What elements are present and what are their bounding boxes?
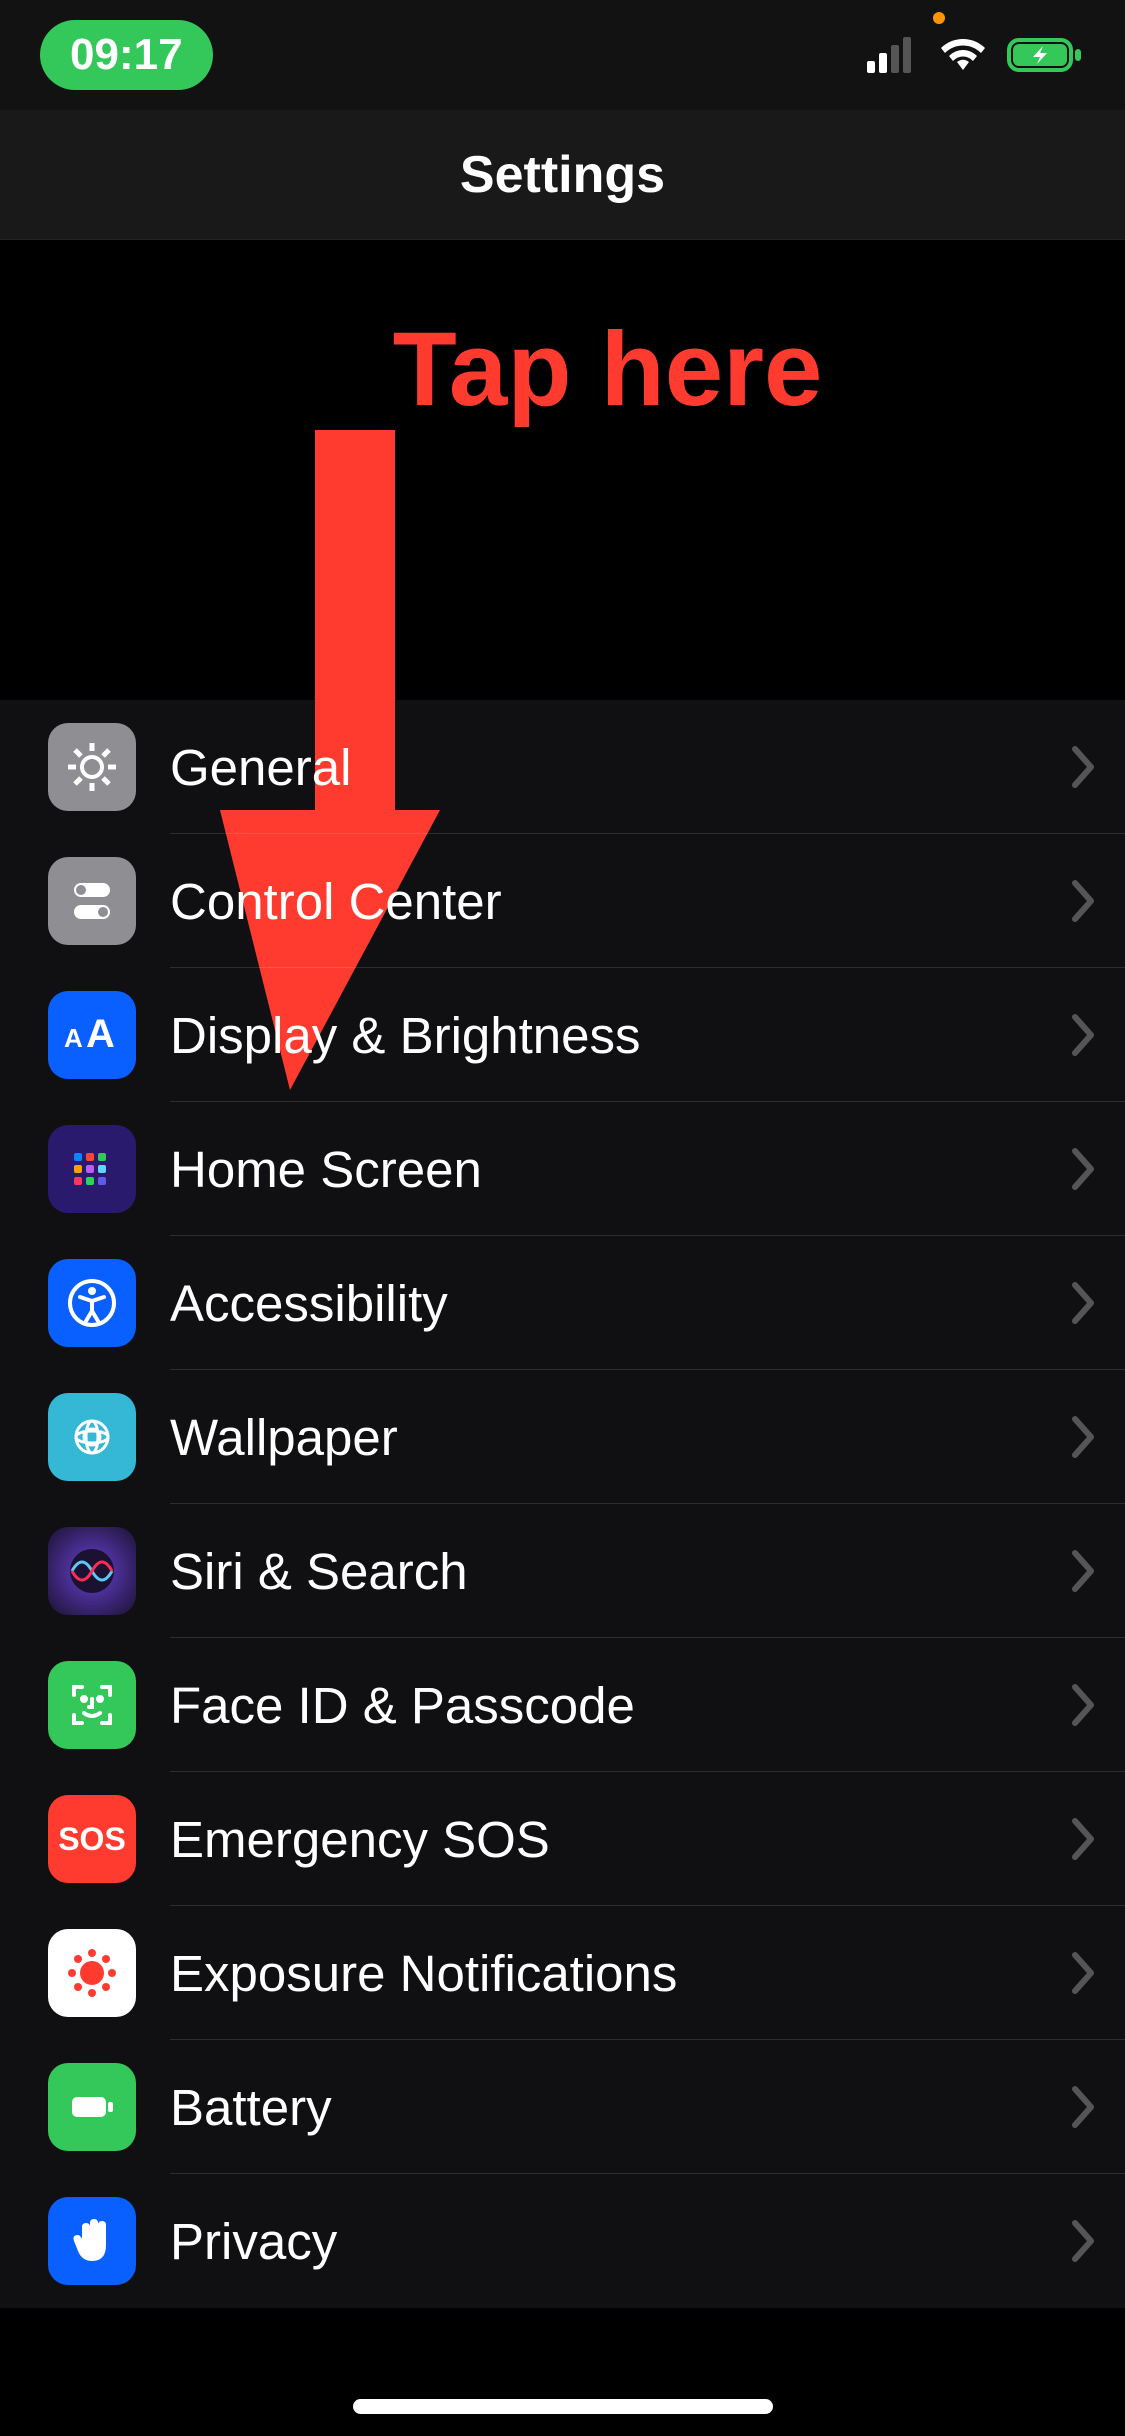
row-label: Emergency SOS (170, 1810, 1071, 1869)
chevron-right-icon (1071, 2085, 1097, 2129)
row-label: Home Screen (170, 1140, 1071, 1199)
annotation-overlay: Tap here (0, 240, 1125, 700)
privacy-hand-icon (48, 2197, 136, 2285)
row-label: Display & Brightness (170, 1006, 1071, 1065)
wifi-icon (937, 36, 989, 74)
row-label: Exposure Notifications (170, 1944, 1071, 2003)
status-time-pill[interactable]: 09:17 (40, 20, 213, 90)
chevron-right-icon (1071, 1281, 1097, 1325)
status-right (867, 36, 1085, 74)
row-label: General (170, 738, 1071, 797)
display-brightness-icon: AA (48, 991, 136, 1079)
wallpaper-icon (48, 1393, 136, 1481)
status-bar: 09:17 (0, 0, 1125, 110)
chevron-right-icon (1071, 1013, 1097, 1057)
chevron-right-icon (1071, 1415, 1097, 1459)
row-control-center[interactable]: Control Center (0, 834, 1125, 968)
row-siri-search[interactable]: Siri & Search (0, 1504, 1125, 1638)
row-battery[interactable]: Battery (0, 2040, 1125, 2174)
row-exposure-notifications[interactable]: Exposure Notifications (0, 1906, 1125, 2040)
annotation-text: Tap here (393, 310, 823, 430)
row-general[interactable]: General (0, 700, 1125, 834)
chevron-right-icon (1071, 879, 1097, 923)
row-label: Siri & Search (170, 1542, 1071, 1601)
cellular-signal-icon (867, 37, 919, 73)
row-face-id-passcode[interactable]: Face ID & Passcode (0, 1638, 1125, 1772)
row-home-screen[interactable]: Home Screen (0, 1102, 1125, 1236)
bottom-safe-area (0, 2356, 1125, 2436)
settings-list[interactable]: General Control Center AA Display & Brig… (0, 700, 1125, 2308)
row-display-brightness[interactable]: AA Display & Brightness (0, 968, 1125, 1102)
microphone-indicator-dot (933, 12, 945, 24)
page-title: Settings (460, 145, 665, 205)
general-gear-icon (48, 723, 136, 811)
row-label: Wallpaper (170, 1408, 1071, 1467)
chevron-right-icon (1071, 745, 1097, 789)
chevron-right-icon (1071, 2219, 1097, 2263)
chevron-right-icon (1071, 1817, 1097, 1861)
svg-text:A: A (86, 1013, 115, 1056)
control-center-icon (48, 857, 136, 945)
row-label: Control Center (170, 872, 1071, 931)
row-emergency-sos[interactable]: SOS Emergency SOS (0, 1772, 1125, 1906)
exposure-notifications-icon (48, 1929, 136, 2017)
row-accessibility[interactable]: Accessibility (0, 1236, 1125, 1370)
row-label: Privacy (170, 2212, 1071, 2271)
home-indicator[interactable] (353, 2399, 773, 2414)
row-privacy[interactable]: Privacy (0, 2174, 1125, 2308)
svg-text:A: A (64, 1023, 83, 1053)
sos-icon: SOS (48, 1795, 136, 1883)
siri-icon (48, 1527, 136, 1615)
battery-charging-icon (1007, 36, 1085, 74)
nav-header: Settings (0, 110, 1125, 240)
row-label: Accessibility (170, 1274, 1071, 1333)
row-label: Battery (170, 2078, 1071, 2137)
face-id-icon (48, 1661, 136, 1749)
accessibility-icon (48, 1259, 136, 1347)
home-screen-icon (48, 1125, 136, 1213)
row-wallpaper[interactable]: Wallpaper (0, 1370, 1125, 1504)
battery-icon (48, 2063, 136, 2151)
row-label: Face ID & Passcode (170, 1676, 1071, 1735)
chevron-right-icon (1071, 1951, 1097, 1995)
chevron-right-icon (1071, 1549, 1097, 1593)
chevron-right-icon (1071, 1147, 1097, 1191)
chevron-right-icon (1071, 1683, 1097, 1727)
